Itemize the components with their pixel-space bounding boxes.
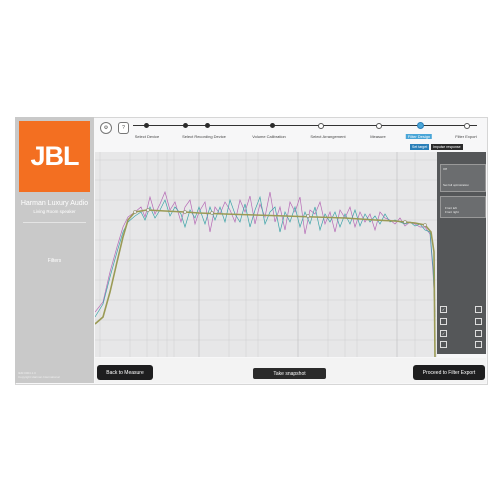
- step-dot-2[interactable]: [183, 123, 188, 128]
- checkbox[interactable]: [475, 341, 482, 348]
- checkbox[interactable]: [475, 306, 482, 313]
- impulse-response-tag[interactable]: Impulse response: [431, 144, 463, 150]
- copyright-text: Copyright Harman International: [18, 375, 60, 379]
- take-snapshot-button[interactable]: Take snapshot: [253, 368, 326, 379]
- step-dot-6[interactable]: [376, 123, 382, 129]
- help-icon: ?: [122, 125, 125, 131]
- step-dot-3[interactable]: [205, 123, 210, 128]
- legend-front-right[interactable]: Front right: [445, 210, 459, 214]
- product-name: Harman Luxury Audio: [20, 200, 89, 207]
- plot-svg: [94, 152, 437, 358]
- checkbox[interactable]: [440, 341, 447, 348]
- legend-panel: Front left Front right: [440, 196, 486, 218]
- step-label[interactable]: Select Arrangement: [310, 134, 345, 139]
- step-dot-4[interactable]: [270, 123, 275, 128]
- target-curve: [94, 209, 436, 358]
- sidebar: JBL Harman Luxury Audio Living Room spea…: [15, 117, 94, 383]
- checkbox[interactable]: ✓: [440, 330, 447, 337]
- step-label[interactable]: Volume Calibration: [252, 134, 286, 139]
- logo-text: JBL: [30, 141, 79, 171]
- back-to-measure-button[interactable]: Back to Measure: [97, 365, 153, 380]
- option-off[interactable]: Off: [443, 167, 447, 171]
- checkbox[interactable]: [475, 318, 482, 325]
- frequency-response-plot[interactable]: [94, 152, 437, 358]
- filters-label: Filters: [47, 258, 62, 264]
- checkbox[interactable]: ✓: [440, 306, 447, 313]
- settings-button[interactable]: ⚙: [100, 122, 112, 134]
- jbl-logo: JBL: [19, 121, 90, 192]
- step-label[interactable]: Select Recording Device: [182, 134, 226, 139]
- optimization-panel: Off Set full optimization: [440, 164, 486, 192]
- step-label-current[interactable]: Filter Design: [405, 134, 433, 139]
- option-full-optimization[interactable]: Set full optimization: [443, 183, 469, 187]
- step-dot-current[interactable]: [417, 122, 424, 129]
- step-label[interactable]: Select Device: [135, 134, 159, 139]
- proceed-to-filter-export-button[interactable]: Proceed to Filter Export: [413, 365, 485, 380]
- version-info: IEM 0004.1.0 Copyright Harman Internatio…: [18, 371, 60, 379]
- step-dot-1[interactable]: [144, 123, 149, 128]
- step-label[interactable]: Filter Export: [455, 134, 477, 139]
- grid: [95, 152, 437, 357]
- checkbox[interactable]: [475, 330, 482, 337]
- product-subtitle: Living Room speaker: [33, 209, 76, 214]
- gear-icon: ⚙: [103, 125, 109, 131]
- step-dot-7[interactable]: [464, 123, 470, 129]
- step-label[interactable]: Measure: [370, 134, 386, 139]
- step-dot-5[interactable]: [318, 123, 324, 129]
- help-button[interactable]: ?: [118, 122, 129, 134]
- set-target-tag[interactable]: Set target: [410, 144, 430, 150]
- checkbox[interactable]: [440, 318, 447, 325]
- divider: [23, 222, 86, 223]
